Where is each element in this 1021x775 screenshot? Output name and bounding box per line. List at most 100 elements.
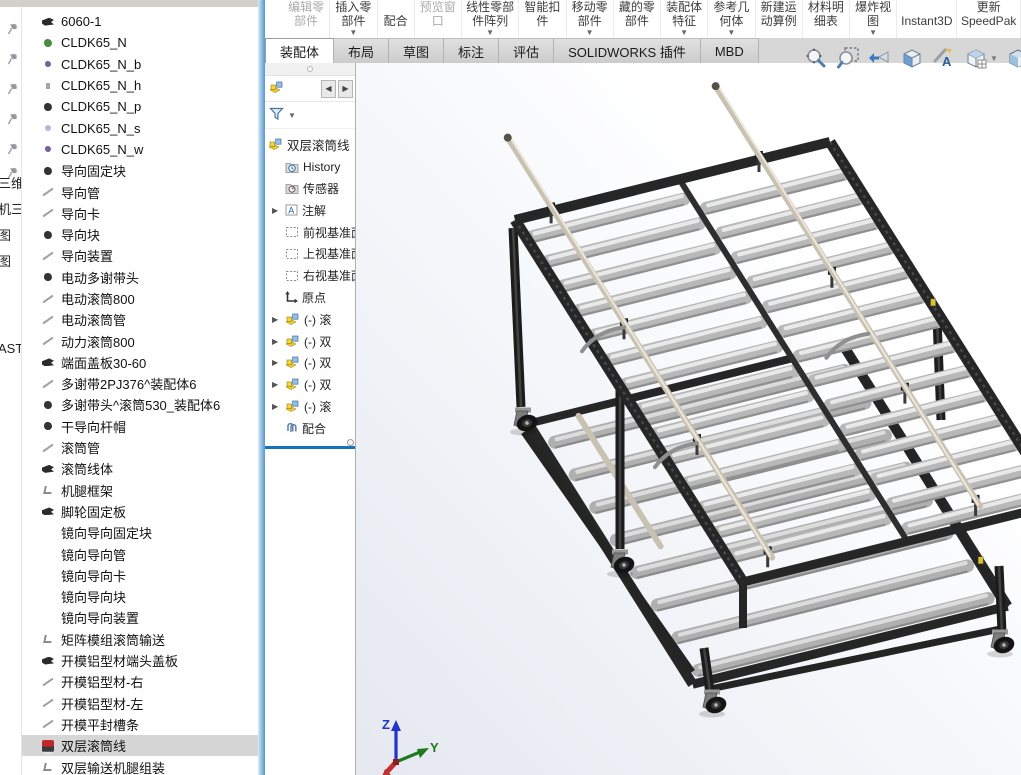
list-item[interactable]: CLDK65_N_w [22, 139, 258, 160]
list-item[interactable]: 导向管 [22, 181, 258, 202]
tree-item[interactable]: ▶(-) 滚 [265, 396, 355, 418]
tab-评估[interactable]: 评估 [499, 38, 554, 63]
list-item[interactable]: 导向装置 [22, 245, 258, 266]
view-orientation-icon[interactable]: ▼ [963, 45, 999, 71]
expand-arrow-icon[interactable]: ▶ [272, 315, 278, 324]
taskpane-pin-icon[interactable] [0, 109, 22, 127]
list-item[interactable]: 导向块 [22, 224, 258, 245]
taskpane-pin-icon[interactable] [0, 49, 22, 67]
tree-item[interactable]: ▶(-) 双 [265, 374, 355, 396]
rollback-bar[interactable] [265, 442, 355, 452]
ribbon-button[interactable]: 显示隐藏的零部件 [614, 0, 661, 38]
list-item[interactable]: 滚筒线体 [22, 458, 258, 479]
expand-arrow-icon[interactable]: ▶ [272, 206, 278, 215]
previous-view-icon[interactable] [867, 45, 893, 71]
list-item[interactable]: 6060-1 [22, 11, 258, 32]
list-item[interactable]: 电动多谢带头 [22, 267, 258, 288]
tree-item[interactable]: 右视基准面 [265, 265, 355, 287]
list-item[interactable]: 端面盖板30-60 [22, 352, 258, 373]
expand-arrow-icon[interactable]: ▶ [272, 380, 278, 389]
list-item[interactable]: 开模铝型材-左 [22, 693, 258, 714]
list-item[interactable]: 滚筒管 [22, 437, 258, 458]
taskpane-tab-fragment[interactable]: AST [0, 339, 22, 357]
list-item[interactable]: 矩阵模组滚筒输送 [22, 629, 258, 650]
annotation-visibility-icon[interactable]: A [931, 45, 957, 71]
list-item[interactable]: 双层滚筒线 [22, 735, 258, 756]
list-item[interactable]: 开模铝型材端头盖板 [22, 650, 258, 671]
ribbon-button[interactable]: 配合 [378, 0, 415, 38]
ribbon-button[interactable]: 线性零部件阵列▼ [462, 0, 519, 38]
taskpane-tab-fragment[interactable]: 机三 [0, 199, 22, 217]
rollback-knob[interactable] [347, 439, 354, 446]
display-style-icon[interactable]: ▼ [1005, 45, 1021, 71]
list-item[interactable]: 多谢带2PJ376^装配体6 [22, 373, 258, 394]
ribbon-button[interactable]: 智能扣件 [519, 0, 566, 38]
ribbon-button[interactable]: Instant3D [897, 0, 957, 38]
list-item[interactable]: 电动滚筒管 [22, 309, 258, 330]
list-item[interactable]: 导向卡 [22, 203, 258, 224]
list-item[interactable]: 镜向导向固定块 [22, 522, 258, 543]
ribbon-button[interactable]: 装配体特征▼ [661, 0, 708, 38]
list-item[interactable]: CLDK65_N_s [22, 117, 258, 138]
tab-标注[interactable]: 标注 [444, 38, 499, 63]
zoom-area-icon[interactable] [835, 45, 861, 71]
ribbon-button[interactable]: 新建运动算例 [756, 0, 803, 38]
tree-item[interactable]: ▶A注解 [265, 199, 355, 221]
tab-MBD[interactable]: MBD [701, 38, 759, 63]
list-item[interactable]: CLDK65_N [22, 32, 258, 53]
taskpane-tab-fragment[interactable]: 图 [0, 225, 22, 243]
taskpane-tab-fragment[interactable]: 三维 [0, 173, 22, 191]
taskpane-tab-fragment[interactable]: 图 [0, 251, 22, 269]
tree-root-item[interactable]: 双层滚筒线 [265, 134, 355, 156]
list-item[interactable]: 镜向导向块 [22, 586, 258, 607]
ribbon-button[interactable]: 移动零部件▼ [567, 0, 614, 38]
list-item[interactable]: 干导向杆帽 [22, 416, 258, 437]
featuremanager-tab-icon[interactable] [269, 81, 284, 97]
list-item[interactable]: 镜向导向卡 [22, 565, 258, 586]
featuremanager-collapse-handle[interactable] [265, 63, 355, 76]
list-item[interactable]: CLDK65_N_h [22, 75, 258, 96]
tree-item[interactable]: 上视基准面 [265, 243, 355, 265]
tree-item[interactable]: 前视基准面 [265, 221, 355, 243]
tree-item[interactable]: ▶(-) 双 [265, 352, 355, 374]
ribbon-button[interactable]: 零部件预览窗口 [415, 0, 462, 38]
tab-SOLIDWORKS 插件[interactable]: SOLIDWORKS 插件 [554, 38, 701, 63]
ribbon-button[interactable]: 参考几何体▼ [708, 0, 755, 38]
tree-filter-button[interactable]: ▼ [265, 102, 355, 129]
expand-arrow-icon[interactable]: ▶ [272, 337, 278, 346]
list-item[interactable]: CLDK65_N_b [22, 54, 258, 75]
tab-布局[interactable]: 布局 [334, 38, 389, 63]
taskpane-pin-icon[interactable] [0, 79, 22, 97]
section-view-icon[interactable] [899, 45, 925, 71]
list-item[interactable]: 电动滚筒800 [22, 288, 258, 309]
list-item[interactable]: 镜向导向管 [22, 543, 258, 564]
tab-草图[interactable]: 草图 [389, 38, 444, 63]
ribbon-button[interactable]: 爆炸视图▼ [850, 0, 897, 38]
tree-item[interactable]: History [265, 156, 355, 178]
list-item[interactable]: 双层输送机腿组装 [22, 756, 258, 775]
list-item[interactable]: CLDK65_N_p [22, 96, 258, 117]
tree-item[interactable]: 原点 [265, 287, 355, 309]
panel-splitter[interactable] [258, 0, 265, 775]
zoom-fit-icon[interactable] [803, 45, 829, 71]
list-item[interactable]: 镜向导向装置 [22, 607, 258, 628]
graphics-viewport[interactable]: Z Y [356, 63, 1021, 775]
ribbon-button[interactable]: 材料明细表 [803, 0, 850, 38]
model-view-3d[interactable]: Z Y [356, 63, 1021, 775]
list-item[interactable]: 脚轮固定板 [22, 501, 258, 522]
list-item[interactable]: 机腿框架 [22, 480, 258, 501]
ribbon-button[interactable]: 更新SpeedPak [957, 0, 1021, 38]
ribbon-button[interactable]: 编辑零部件 [283, 0, 330, 38]
list-item[interactable]: 动力滚筒800 [22, 330, 258, 351]
taskpane-pin-icon[interactable] [0, 139, 22, 157]
list-item[interactable]: 导向固定块 [22, 160, 258, 181]
tree-item[interactable]: 配合 [265, 417, 355, 439]
tree-item[interactable]: 传感器 [265, 178, 355, 200]
expand-arrow-icon[interactable]: ▶ [272, 358, 278, 367]
tab-scroll-right-icon[interactable]: ▶ [338, 80, 353, 98]
taskpane-pin-icon[interactable] [0, 19, 22, 37]
tree-item[interactable]: ▶(-) 双 [265, 330, 355, 352]
expand-arrow-icon[interactable]: ▶ [272, 402, 278, 411]
tree-item[interactable]: ▶(-) 滚 [265, 308, 355, 330]
ribbon-button[interactable]: 插入零部件▼ [330, 0, 377, 38]
